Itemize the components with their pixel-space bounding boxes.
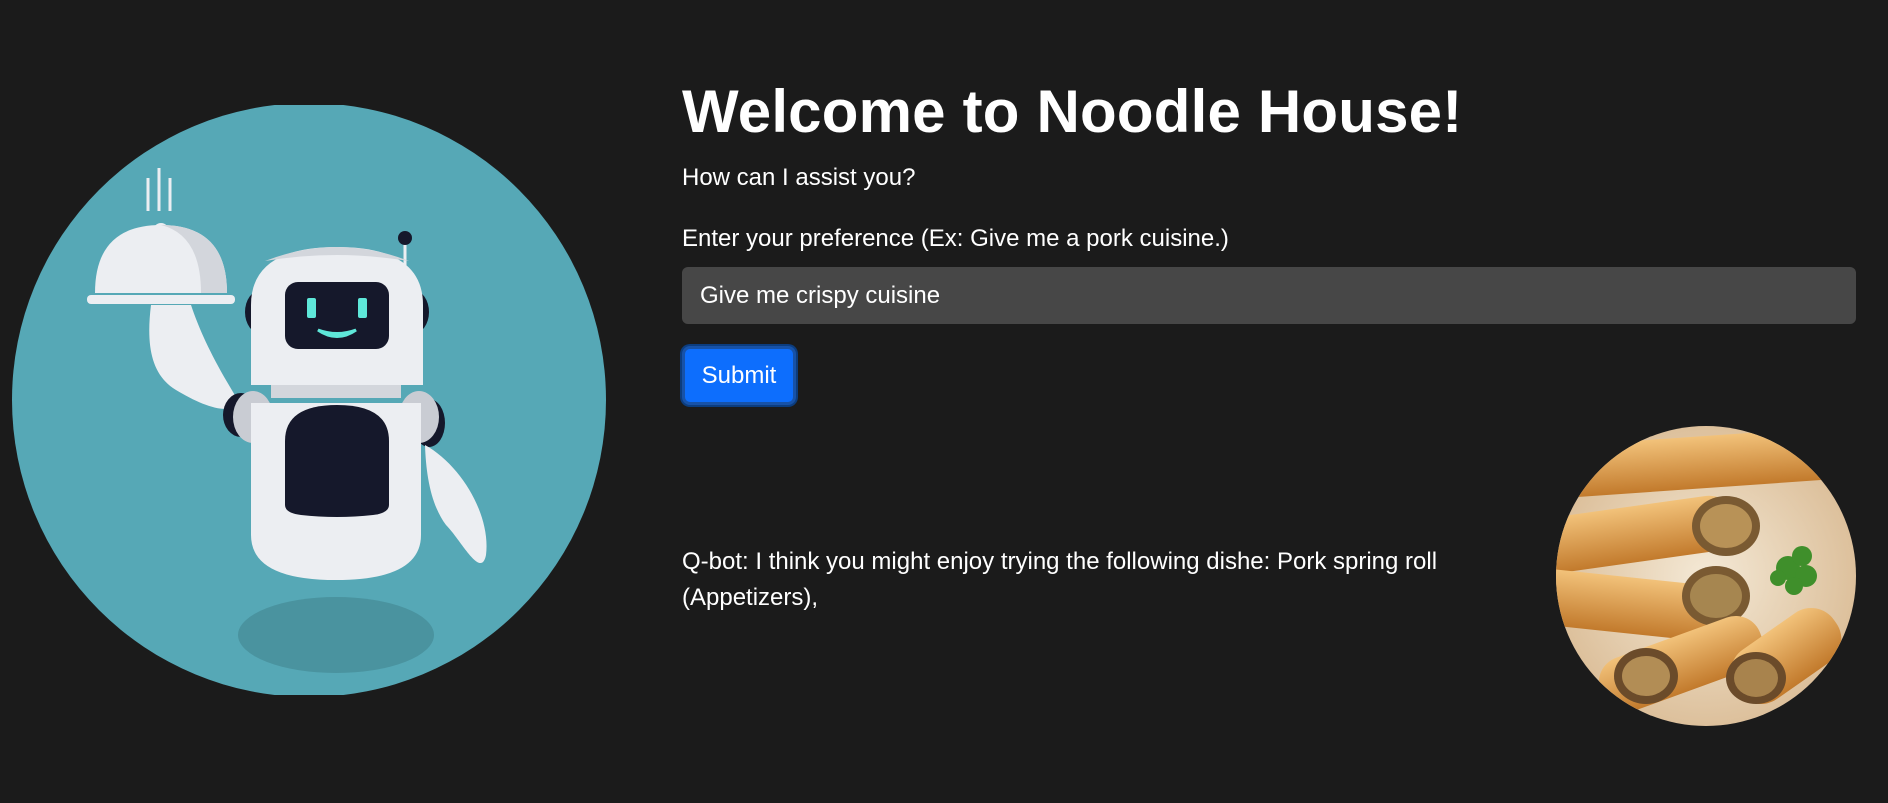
bot-response-text: Q-bot: I think you might enjoy trying th…	[682, 548, 1438, 611]
spring-roll-photo	[1556, 426, 1856, 726]
robot-waiter-illustration	[12, 105, 606, 695]
page: Welcome to Noodle House! How can I assis…	[0, 0, 1888, 803]
preference-input[interactable]	[682, 267, 1856, 324]
page-title: Welcome to Noodle House!	[682, 78, 1463, 145]
submit-button[interactable]: Submit	[682, 346, 796, 405]
preference-label: Enter your preference (Ex: Give me a por…	[682, 225, 1229, 252]
assist-prompt: How can I assist you?	[682, 164, 916, 191]
dish-image	[1556, 426, 1856, 726]
